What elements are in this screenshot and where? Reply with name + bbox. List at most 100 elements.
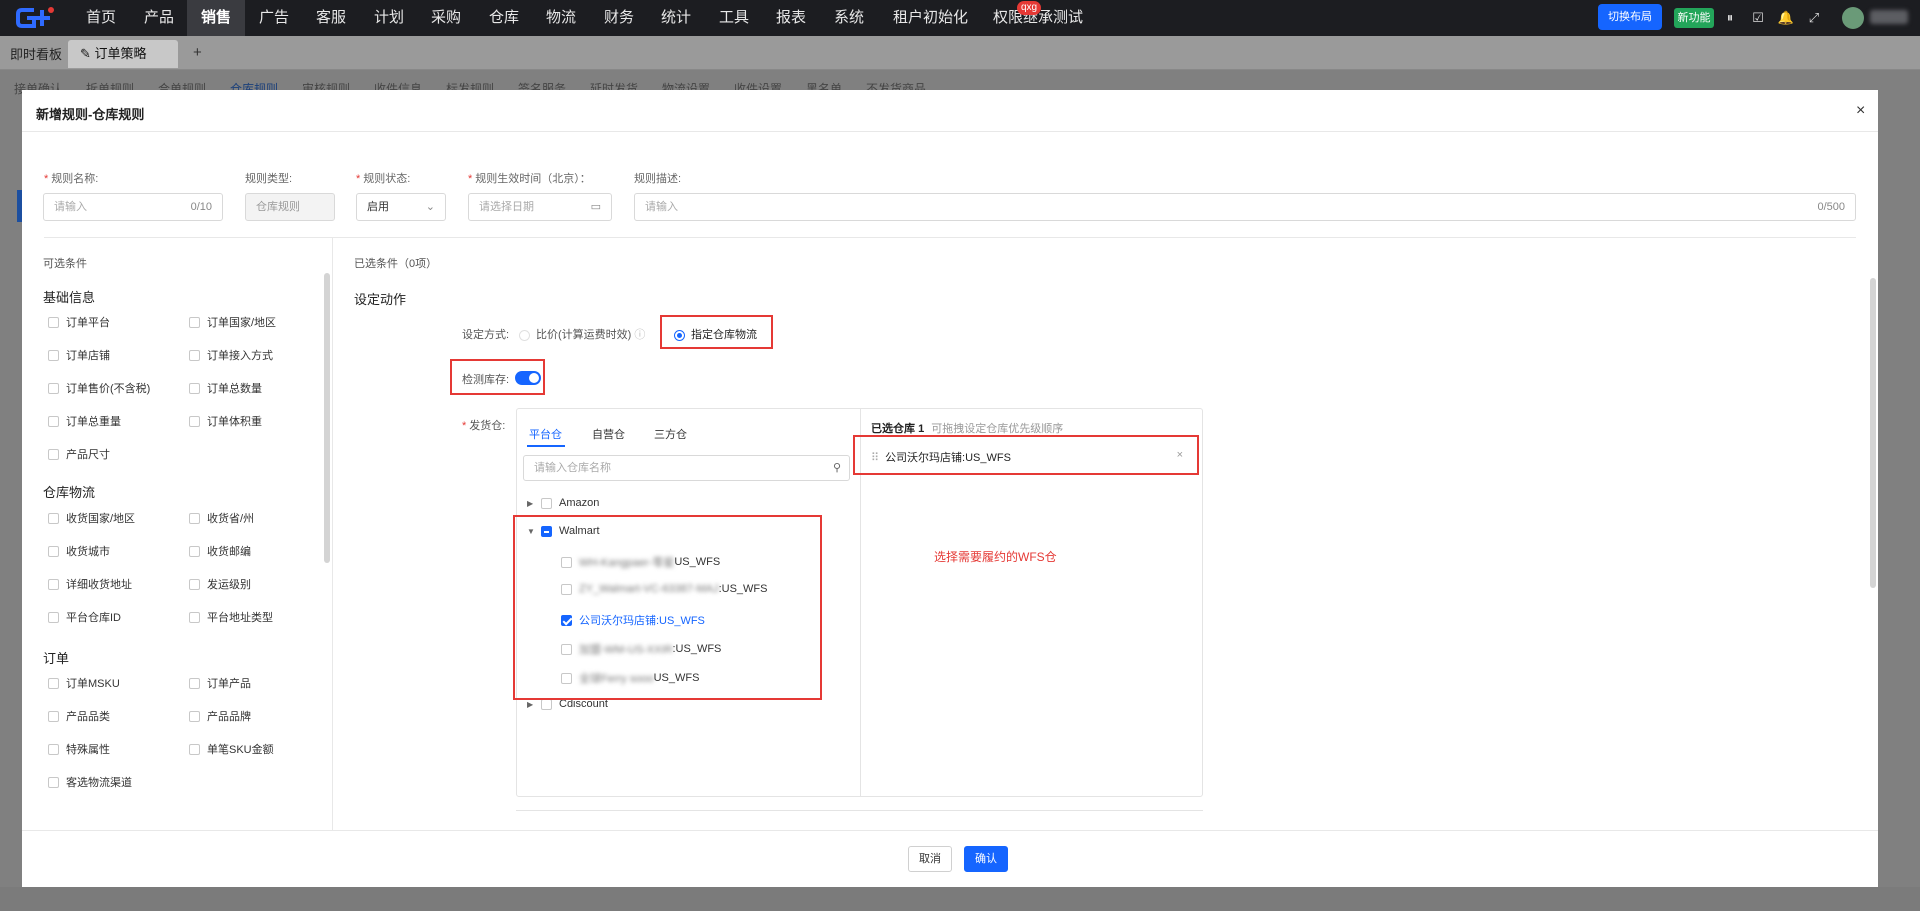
condition-checkbox[interactable]: 订单接入方式 xyxy=(189,347,273,363)
active-tab-indicator xyxy=(527,445,565,447)
nav-item-stats[interactable]: 统计 xyxy=(661,0,691,36)
condition-checkbox[interactable]: 产品品类 xyxy=(48,708,110,724)
condition-checkbox[interactable]: 收货国家/地区 xyxy=(48,510,135,526)
condition-checkbox[interactable]: 订单国家/地区 xyxy=(189,314,276,330)
top-navigation-bar: 首页 产品 销售 广告 客服 计划 采购 仓库 物流 财务 统计 工具 报表 系… xyxy=(0,0,1920,36)
nav-item-home[interactable]: 首页 xyxy=(86,0,116,36)
fullscreen-icon[interactable]: ⤢ xyxy=(1805,9,1823,27)
caret-right-icon[interactable]: ▶ xyxy=(527,499,541,508)
condition-checkbox[interactable]: 订单体积重 xyxy=(189,413,262,429)
condition-checkbox[interactable]: 发运级别 xyxy=(189,576,251,592)
selected-conditions-label: 已选条件（0项） xyxy=(354,258,438,270)
nav-item-reports[interactable]: 报表 xyxy=(776,0,806,36)
highlight-box xyxy=(660,315,773,349)
condition-checkbox[interactable]: 订单售价(不含税) xyxy=(48,380,150,396)
mode-option-compare[interactable]: 比价(计算运费时效) ⓘ xyxy=(519,326,645,342)
calendar-icon: ▭ xyxy=(590,201,601,213)
tab-self-warehouse[interactable]: 自营仓 xyxy=(592,426,625,442)
condition-checkbox[interactable]: 收货邮编 xyxy=(189,543,251,559)
condition-checkbox[interactable]: 详细收货地址 xyxy=(48,576,132,592)
avatar[interactable] xyxy=(1842,7,1864,29)
condition-checkbox[interactable]: 产品尺寸 xyxy=(48,446,110,462)
condition-checkbox[interactable]: 平台仓库ID xyxy=(48,609,121,625)
chevron-down-icon: ⌄ xyxy=(425,201,435,213)
scrollbar[interactable] xyxy=(1870,278,1876,588)
bell-icon[interactable]: 🔔 xyxy=(1777,9,1795,27)
condition-panel: 可选条件 基础信息 订单平台 订单国家/地区 订单店铺 订单接入方式 订单售价(… xyxy=(22,238,333,830)
footer-divider xyxy=(22,830,1878,831)
condition-checkbox[interactable]: 单笔SKU金额 xyxy=(189,741,274,757)
condition-checkbox[interactable]: 平台地址类型 xyxy=(189,609,273,625)
username-blurred[interactable] xyxy=(1870,10,1908,24)
condition-checkbox[interactable]: 订单店铺 xyxy=(48,347,110,363)
annotation-note: 选择需要履约的WFS仓 xyxy=(934,550,1057,564)
section-order: 订单 xyxy=(43,651,70,666)
tab-platform-warehouse[interactable]: 平台仓 xyxy=(529,426,562,442)
condition-checkbox[interactable]: 收货城市 xyxy=(48,543,110,559)
user-badge: qxg xyxy=(1017,1,1042,15)
nav-item-ads[interactable]: 广告 xyxy=(259,0,289,36)
condition-checkbox[interactable]: 订单MSKU xyxy=(48,675,120,691)
condition-checkbox[interactable]: 特殊属性 xyxy=(48,741,110,757)
nav-item-service[interactable]: 客服 xyxy=(316,0,346,36)
nav-item-plan[interactable]: 计划 xyxy=(374,0,404,36)
overlay-bottom xyxy=(0,887,1920,911)
condition-checkbox[interactable]: 订单总数量 xyxy=(189,380,262,396)
nav-item-finance[interactable]: 财务 xyxy=(604,0,634,36)
rule-status-select[interactable]: 启用 ⌄ xyxy=(356,193,446,221)
close-icon[interactable]: × xyxy=(1856,102,1865,120)
modal-header: 新增规则-仓库规则 × xyxy=(22,90,1878,132)
warehouse-search-input[interactable]: 请输入仓库名称 ⚲ xyxy=(523,455,850,481)
selected-warehouses-header: 已选仓库 1 可拖拽设定仓库优先级顺序 xyxy=(871,423,1064,435)
effective-time-label: * 规则生效时间（北京）： xyxy=(468,173,591,185)
nav-item-purchase[interactable]: 采购 xyxy=(431,0,461,36)
check-box-icon[interactable]: ☑ xyxy=(1749,9,1767,27)
nav-item-product[interactable]: 产品 xyxy=(144,0,174,36)
section-basic-info: 基础信息 xyxy=(43,290,96,305)
confirm-button[interactable]: 确认 xyxy=(964,846,1008,872)
section-warehouse-logistics: 仓库物流 xyxy=(43,485,96,500)
pause-icon[interactable]: ⏸ xyxy=(1721,9,1739,27)
action-title: 设定动作 xyxy=(354,292,407,307)
tree-node-amazon[interactable]: ▶ Amazon xyxy=(527,497,599,509)
tab-order-strategy[interactable]: ✎ 订单策略 xyxy=(68,40,178,68)
rule-type-label: 规则类型: xyxy=(245,173,293,185)
rule-type-field: 仓库规则 xyxy=(245,193,335,221)
scrollbar[interactable] xyxy=(324,273,330,563)
search-icon[interactable]: ⚲ xyxy=(833,456,841,480)
condition-checkbox[interactable]: 客选物流渠道 xyxy=(48,774,132,790)
switch-layout-button[interactable]: 切换布局 xyxy=(1598,4,1662,30)
rule-name-input[interactable]: 请输入 0/10 xyxy=(43,193,223,221)
nav-item-sales[interactable]: 销售 xyxy=(187,0,246,36)
add-tab-button[interactable]: + xyxy=(193,44,202,61)
tab-third-party-warehouse[interactable]: 三方仓 xyxy=(654,426,687,442)
condition-checkbox[interactable]: 产品品牌 xyxy=(189,708,251,724)
condition-checkbox[interactable]: 订单平台 xyxy=(48,314,110,330)
page-tab-bar: 即时看板 ✎ 订单策略 + xyxy=(0,36,1920,70)
rule-name-label: * 规则名称: xyxy=(44,173,99,185)
nav-item-warehouse[interactable]: 仓库 xyxy=(489,0,519,36)
desc-counter: 0/500 xyxy=(1817,201,1845,213)
nav-item-system[interactable]: 系统 xyxy=(834,0,864,36)
condition-checkbox[interactable]: 订单产品 xyxy=(189,675,251,691)
nav-item-logistics[interactable]: 物流 xyxy=(546,0,576,36)
tab-label: 订单策略 xyxy=(94,46,147,61)
condition-checkbox[interactable]: 收货省/州 xyxy=(189,510,254,526)
panel-edge xyxy=(516,810,1203,811)
new-feature-button[interactable]: 新功能 xyxy=(1674,8,1714,28)
desc-label: 规则描述: xyxy=(634,173,682,185)
caret-right-icon[interactable]: ▶ xyxy=(527,700,541,709)
cancel-button[interactable]: 取消 xyxy=(908,846,952,872)
condition-checkbox[interactable]: 订单总重量 xyxy=(48,413,121,429)
highlight-box xyxy=(450,359,545,395)
available-conditions-title: 可选条件 xyxy=(43,258,87,270)
logo-icon[interactable] xyxy=(14,4,58,32)
nav-item-tenant-init[interactable]: 租户初始化 xyxy=(893,0,968,36)
modal-title: 新增规则-仓库规则 xyxy=(36,107,145,122)
nav-item-tools[interactable]: 工具 xyxy=(719,0,749,36)
tab-dashboard[interactable]: 即时看板 xyxy=(10,44,62,63)
effective-time-picker[interactable]: 请选择日期 ▭ xyxy=(468,193,612,221)
desc-input[interactable]: 请输入 0/500 xyxy=(634,193,1856,221)
warehouse-label: * 发货仓: xyxy=(462,420,506,432)
help-icon: ⓘ xyxy=(634,329,646,341)
